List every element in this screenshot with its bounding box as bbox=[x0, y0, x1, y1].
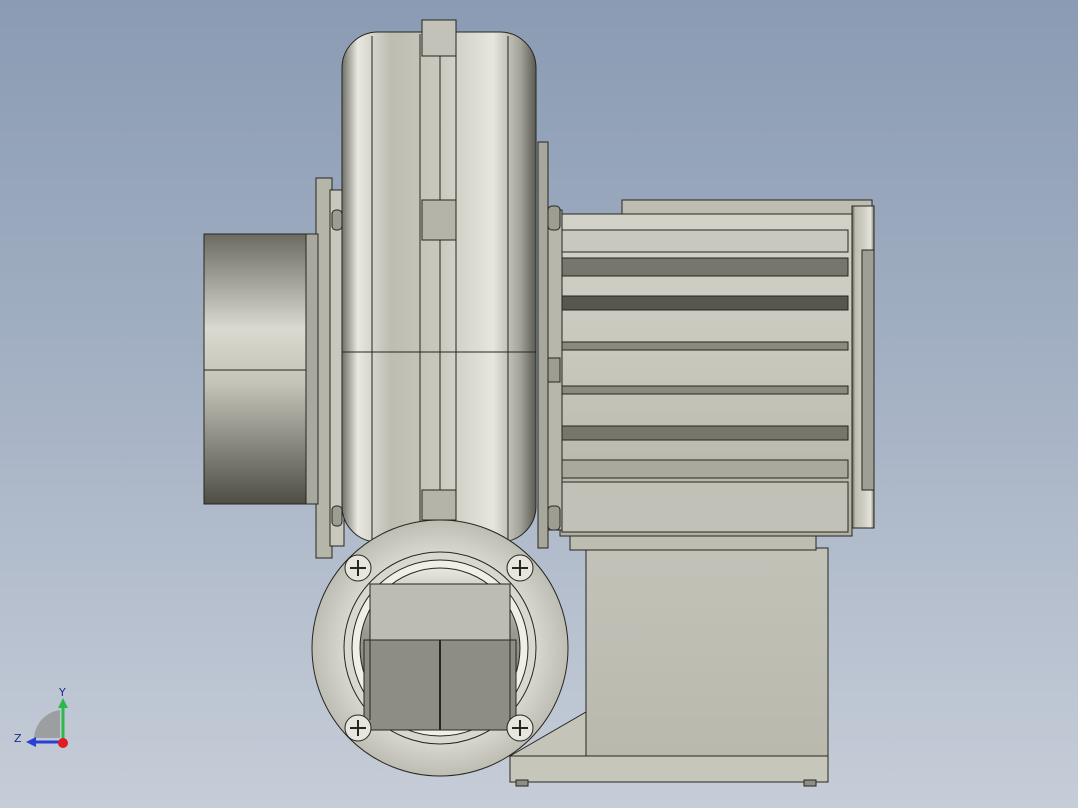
y-axis-label: Y bbox=[58, 686, 66, 699]
cad-graphics-viewport[interactable]: Y Z bbox=[0, 0, 1078, 808]
screw-bottom-left bbox=[344, 714, 372, 742]
x-axis-dot-icon bbox=[58, 738, 68, 748]
screw-top-left bbox=[344, 554, 372, 582]
screw-top-right bbox=[506, 554, 534, 582]
z-axis-label: Z bbox=[14, 732, 22, 745]
orientation-triad[interactable]: Y Z bbox=[10, 684, 80, 754]
inlet-pipe bbox=[203, 233, 307, 505]
volute-housing bbox=[331, 19, 561, 543]
blower-fan-model[interactable] bbox=[0, 0, 1078, 808]
screw-bottom-right bbox=[506, 714, 534, 742]
triad-plane-icon bbox=[34, 710, 60, 738]
inlet-flange bbox=[303, 177, 345, 559]
motor-body bbox=[559, 213, 853, 537]
